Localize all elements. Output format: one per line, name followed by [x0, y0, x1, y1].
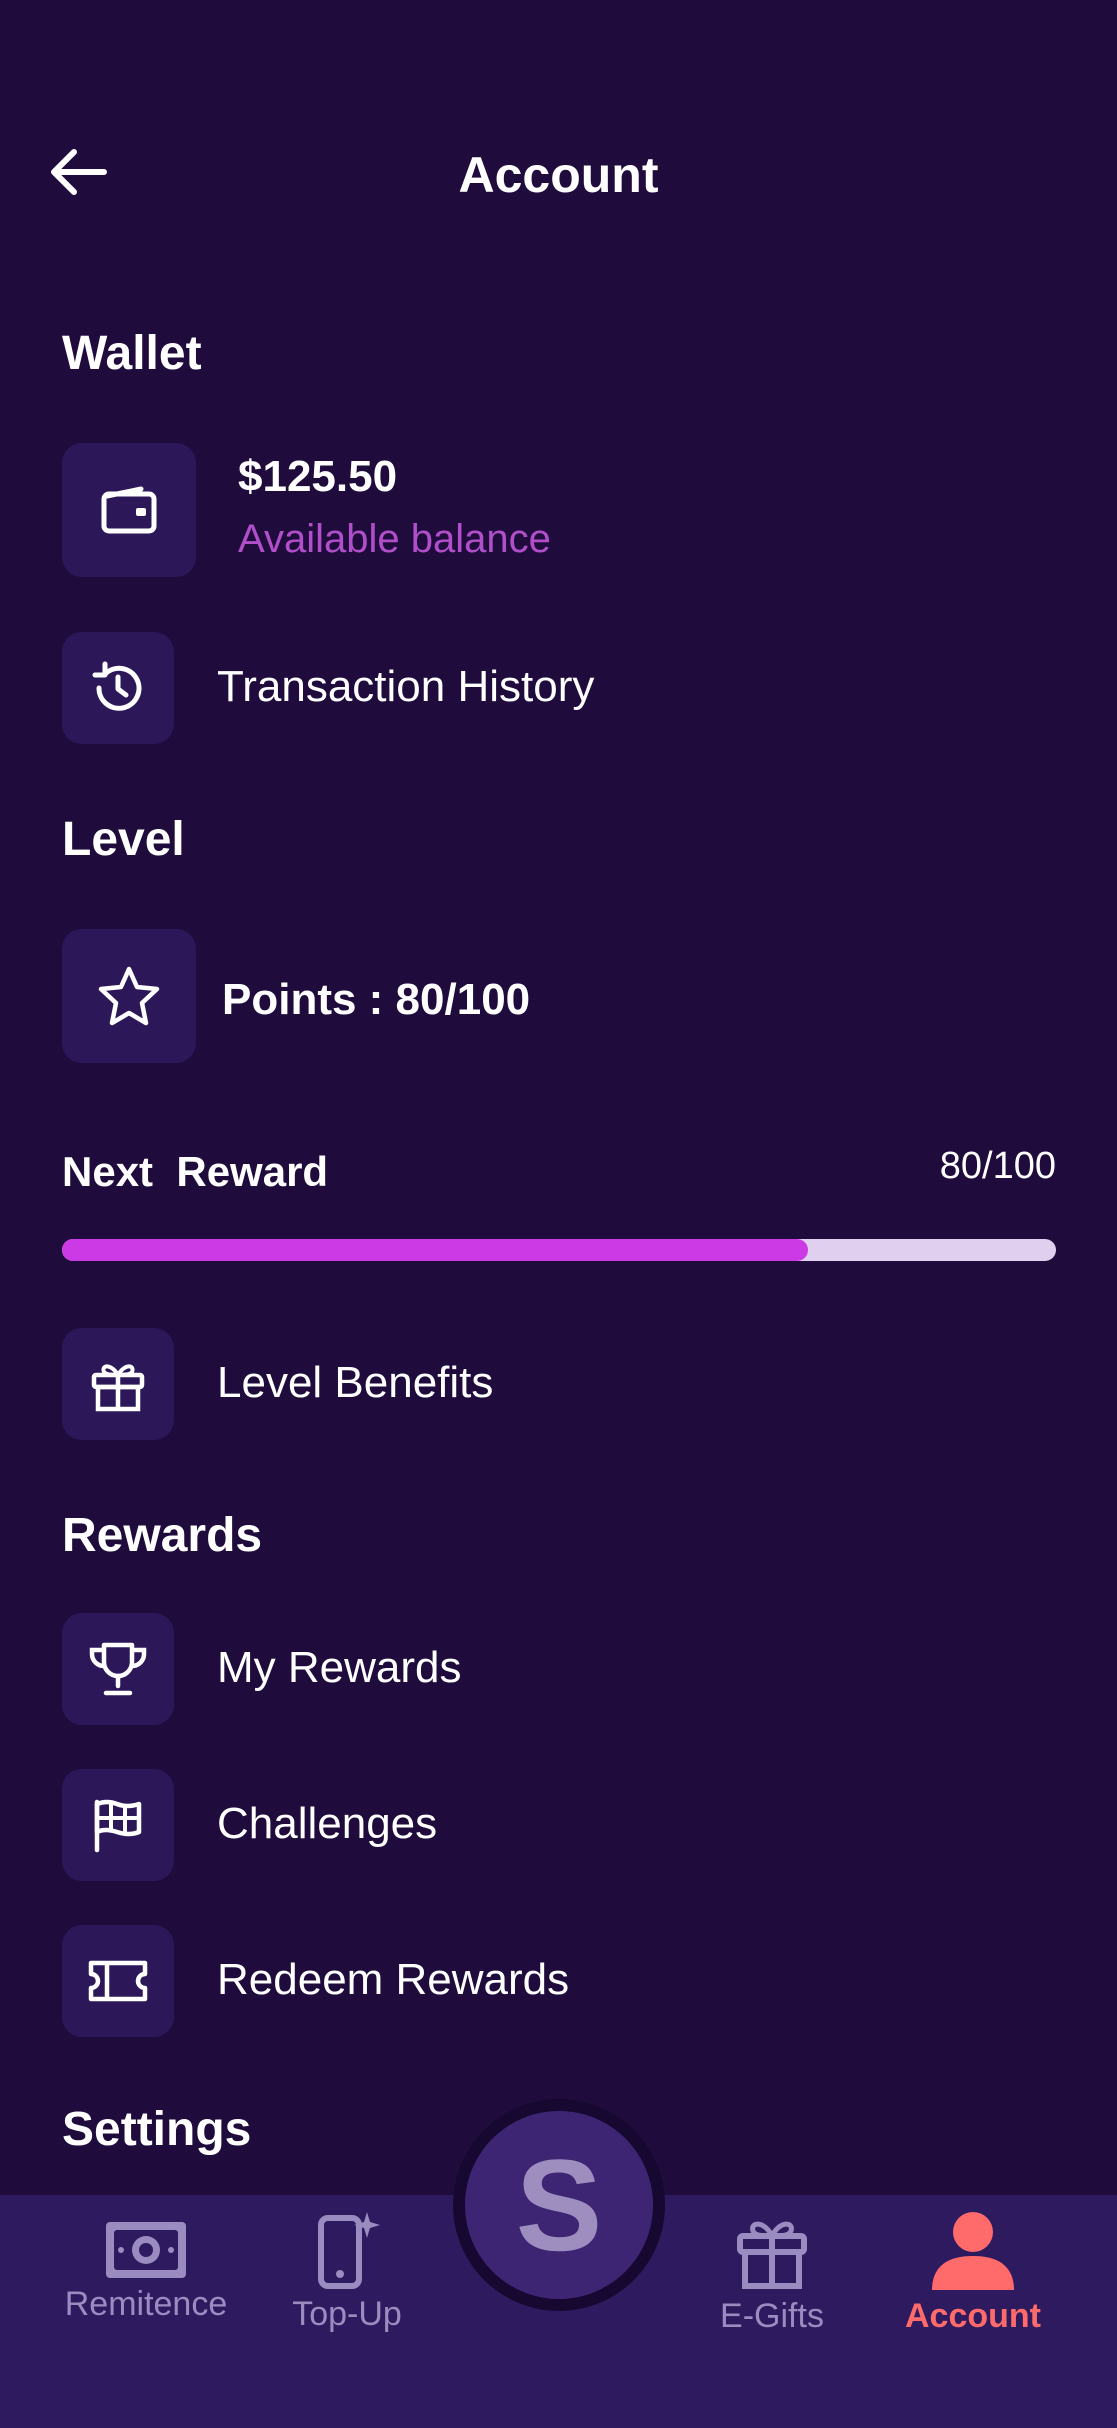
level-benefits-row[interactable]: Level Benefits	[62, 1328, 962, 1440]
rewards-section-title: Rewards	[62, 1509, 263, 1562]
wallet-icon	[101, 486, 157, 534]
transaction-history-tile	[62, 632, 174, 744]
redeem-rewards-tile	[62, 1925, 174, 2037]
redeem-rewards-label: Redeem Rewards	[217, 1955, 570, 2004]
nav-label-remitence: Remitence	[64, 2285, 228, 2323]
wallet-tile	[62, 443, 196, 577]
redeem-rewards-row[interactable]: Redeem Rewards	[62, 1925, 962, 2037]
wallet-balance: $125.50	[238, 452, 398, 501]
progress-fill	[62, 1239, 808, 1261]
nav-item-account[interactable]: Account	[893, 2210, 1053, 2336]
challenges-row[interactable]: Challenges	[62, 1769, 962, 1881]
settings-section-title: Settings	[62, 2103, 252, 2156]
level-benefits-tile	[62, 1328, 174, 1440]
phone-sparkle-icon	[318, 2212, 380, 2289]
wallet-section-title: Wallet	[62, 327, 202, 380]
next-reward-progress-bar	[62, 1239, 1056, 1261]
next-reward-label: Next Reward	[62, 1148, 329, 1195]
balance-caption: Available balance	[238, 517, 551, 561]
trophy-icon	[89, 1642, 147, 1696]
ticket-icon	[88, 1960, 148, 2002]
nav-label-e-gifts: E-Gifts	[720, 2297, 824, 2335]
nav-item-remitence[interactable]: Remitence	[56, 2220, 236, 2324]
nav-item-e-gifts[interactable]: E-Gifts	[697, 2212, 847, 2336]
center-button-letter: S	[515, 2132, 603, 2278]
my-rewards-label: My Rewards	[217, 1643, 462, 1692]
level-benefits-label: Level Benefits	[217, 1358, 494, 1407]
person-icon	[932, 2212, 1014, 2290]
next-reward-value: 80/100	[939, 1145, 1056, 1187]
nav-item-top-up[interactable]: Top-Up	[272, 2210, 422, 2334]
history-icon	[92, 661, 142, 711]
transaction-history-row[interactable]: Transaction History	[62, 632, 962, 744]
star-icon	[98, 966, 160, 1026]
nav-label-top-up: Top-Up	[292, 2295, 402, 2333]
my-rewards-tile	[62, 1613, 174, 1725]
gift-icon	[737, 2221, 807, 2289]
nav-label-account: Account	[905, 2297, 1041, 2335]
level-section-title: Level	[62, 813, 185, 866]
flag-map-icon	[94, 1799, 142, 1853]
challenges-tile	[62, 1769, 174, 1881]
transaction-history-label: Transaction History	[217, 662, 595, 711]
page-title: Account	[458, 147, 659, 203]
cash-icon	[106, 2222, 186, 2278]
points-label: Points : 80/100	[222, 975, 531, 1024]
my-rewards-row[interactable]: My Rewards	[62, 1613, 962, 1725]
center-home-button[interactable]: S	[465, 2111, 653, 2299]
challenges-label: Challenges	[217, 1799, 438, 1848]
points-tile	[62, 929, 196, 1063]
gift-icon	[91, 1364, 145, 1412]
